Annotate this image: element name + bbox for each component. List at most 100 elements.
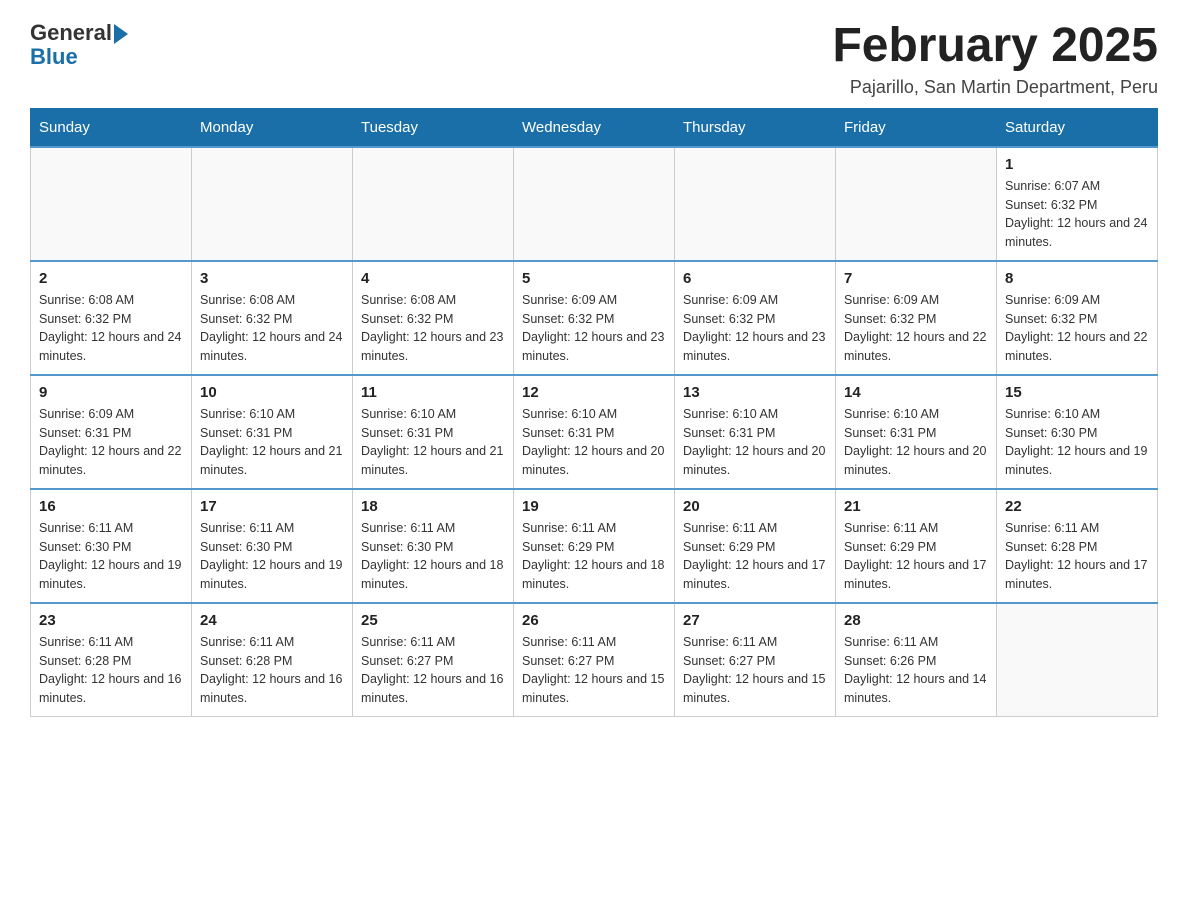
logo: General Blue	[30, 20, 128, 70]
day-number: 22	[1005, 498, 1149, 515]
logo-blue-text: Blue	[30, 44, 78, 70]
calendar-cell: 15 Sunrise: 6:10 AMSunset: 6:30 PMDayligh…	[997, 375, 1158, 489]
calendar-cell: 10 Sunrise: 6:10 AMSunset: 6:31 PMDayligh…	[192, 375, 353, 489]
day-number: 6	[683, 270, 827, 287]
calendar-cell: 27Sunrise: 6:11 AMSunset: 6:27 PMDayligh…	[675, 603, 836, 717]
calendar-cell: 14 Sunrise: 6:10 AMSunset: 6:31 PMDayligh…	[836, 375, 997, 489]
day-number: 26	[522, 612, 666, 629]
calendar-cell: 18 Sunrise: 6:11 AMSunset: 6:30 PMDayligh…	[353, 489, 514, 603]
day-number: 15	[1005, 384, 1149, 401]
calendar-cell	[31, 147, 192, 261]
day-number: 17	[200, 498, 344, 515]
day-info: Sunrise: 6:10 AMSunset: 6:30 PMDaylight:…	[1005, 405, 1149, 480]
day-number: 12	[522, 384, 666, 401]
calendar-cell: 8 Sunrise: 6:09 AMSunset: 6:32 PMDaylight…	[997, 261, 1158, 375]
calendar-cell: 22 Sunrise: 6:11 AMSunset: 6:28 PMDayligh…	[997, 489, 1158, 603]
calendar-cell: 24 Sunrise: 6:11 AMSunset: 6:28 PMDayligh…	[192, 603, 353, 717]
calendar-header-thursday: Thursday	[675, 108, 836, 147]
day-info: Sunrise: 6:08 AMSunset: 6:32 PMDaylight:…	[200, 291, 344, 366]
calendar-week-row-2: 2 Sunrise: 6:08 AMSunset: 6:32 PMDaylight…	[31, 261, 1158, 375]
day-info: Sunrise: 6:10 AMSunset: 6:31 PMDaylight:…	[844, 405, 988, 480]
calendar-cell: 23 Sunrise: 6:11 AMSunset: 6:28 PMDayligh…	[31, 603, 192, 717]
calendar-cell: 13Sunrise: 6:10 AMSunset: 6:31 PMDayligh…	[675, 375, 836, 489]
day-info: Sunrise: 6:09 AMSunset: 6:32 PMDaylight:…	[844, 291, 988, 366]
calendar-header-wednesday: Wednesday	[514, 108, 675, 147]
day-info: Sunrise: 6:09 AMSunset: 6:32 PMDaylight:…	[1005, 291, 1149, 366]
day-info: Sunrise: 6:09 AMSunset: 6:32 PMDaylight:…	[522, 291, 666, 366]
day-info: Sunrise: 6:11 AMSunset: 6:29 PMDaylight:…	[844, 519, 988, 594]
day-info: Sunrise: 6:10 AMSunset: 6:31 PMDaylight:…	[522, 405, 666, 480]
calendar-cell: 3 Sunrise: 6:08 AMSunset: 6:32 PMDaylight…	[192, 261, 353, 375]
day-number: 24	[200, 612, 344, 629]
day-number: 2	[39, 270, 183, 287]
day-number: 10	[200, 384, 344, 401]
calendar-cell: 2Sunrise: 6:08 AMSunset: 6:32 PMDaylight…	[31, 261, 192, 375]
day-number: 4	[361, 270, 505, 287]
day-number: 16	[39, 498, 183, 515]
location-title: Pajarillo, San Martin Department, Peru	[832, 77, 1158, 98]
day-info: Sunrise: 6:08 AMSunset: 6:32 PMDaylight:…	[361, 291, 505, 366]
day-number: 18	[361, 498, 505, 515]
month-title: February 2025	[832, 20, 1158, 73]
calendar-cell: 21 Sunrise: 6:11 AMSunset: 6:29 PMDayligh…	[836, 489, 997, 603]
logo-triangle-icon	[114, 24, 128, 44]
calendar-cell: 19 Sunrise: 6:11 AMSunset: 6:29 PMDayligh…	[514, 489, 675, 603]
day-info: Sunrise: 6:11 AMSunset: 6:28 PMDaylight:…	[1005, 519, 1149, 594]
calendar-cell: 6 Sunrise: 6:09 AMSunset: 6:32 PMDaylight…	[675, 261, 836, 375]
day-number: 21	[844, 498, 988, 515]
logo-general-text: General	[30, 20, 112, 46]
day-info: Sunrise: 6:11 AMSunset: 6:28 PMDaylight:…	[39, 633, 183, 708]
day-number: 7	[844, 270, 988, 287]
day-number: 23	[39, 612, 183, 629]
calendar-cell: 4 Sunrise: 6:08 AMSunset: 6:32 PMDaylight…	[353, 261, 514, 375]
day-info: Sunrise: 6:11 AMSunset: 6:30 PMDaylight:…	[200, 519, 344, 594]
calendar-cell: 28 Sunrise: 6:11 AMSunset: 6:26 PMDayligh…	[836, 603, 997, 717]
calendar-cell: 20 Sunrise: 6:11 AMSunset: 6:29 PMDayligh…	[675, 489, 836, 603]
calendar-cell	[836, 147, 997, 261]
day-info: Sunrise: 6:11 AMSunset: 6:29 PMDaylight:…	[522, 519, 666, 594]
calendar-table: SundayMondayTuesdayWednesdayThursdayFrid…	[30, 108, 1158, 717]
day-number: 8	[1005, 270, 1149, 287]
calendar-cell: 16 Sunrise: 6:11 AMSunset: 6:30 PMDayligh…	[31, 489, 192, 603]
day-number: 20	[683, 498, 827, 515]
day-info: Sunrise: 6:10 AMSunset: 6:31 PMDaylight:…	[361, 405, 505, 480]
day-number: 3	[200, 270, 344, 287]
calendar-cell	[192, 147, 353, 261]
calendar-cell: 9Sunrise: 6:09 AMSunset: 6:31 PMDaylight…	[31, 375, 192, 489]
page-header: General Blue February 2025 Pajarillo, Sa…	[30, 20, 1158, 98]
day-info: Sunrise: 6:10 AMSunset: 6:31 PMDaylight:…	[200, 405, 344, 480]
calendar-week-row-5: 23 Sunrise: 6:11 AMSunset: 6:28 PMDayligh…	[31, 603, 1158, 717]
calendar-cell: 11 Sunrise: 6:10 AMSunset: 6:31 PMDayligh…	[353, 375, 514, 489]
day-info: Sunrise: 6:09 AMSunset: 6:32 PMDaylight:…	[683, 291, 827, 366]
day-number: 28	[844, 612, 988, 629]
calendar-cell: 17 Sunrise: 6:11 AMSunset: 6:30 PMDayligh…	[192, 489, 353, 603]
calendar-header-monday: Monday	[192, 108, 353, 147]
day-number: 14	[844, 384, 988, 401]
calendar-week-row-4: 16 Sunrise: 6:11 AMSunset: 6:30 PMDayligh…	[31, 489, 1158, 603]
day-number: 11	[361, 384, 505, 401]
day-info: Sunrise: 6:09 AMSunset: 6:31 PMDaylight:…	[39, 405, 183, 480]
day-info: Sunrise: 6:11 AMSunset: 6:27 PMDaylight:…	[522, 633, 666, 708]
calendar-cell: 7 Sunrise: 6:09 AMSunset: 6:32 PMDaylight…	[836, 261, 997, 375]
day-info: Sunrise: 6:11 AMSunset: 6:30 PMDaylight:…	[361, 519, 505, 594]
calendar-header-tuesday: Tuesday	[353, 108, 514, 147]
calendar-header-row: SundayMondayTuesdayWednesdayThursdayFrid…	[31, 108, 1158, 147]
day-number: 5	[522, 270, 666, 287]
calendar-cell: 5 Sunrise: 6:09 AMSunset: 6:32 PMDaylight…	[514, 261, 675, 375]
day-info: Sunrise: 6:11 AMSunset: 6:28 PMDaylight:…	[200, 633, 344, 708]
calendar-cell: 12 Sunrise: 6:10 AMSunset: 6:31 PMDayligh…	[514, 375, 675, 489]
calendar-header-friday: Friday	[836, 108, 997, 147]
day-info: Sunrise: 6:11 AMSunset: 6:30 PMDaylight:…	[39, 519, 183, 594]
calendar-week-row-1: 1 Sunrise: 6:07 AMSunset: 6:32 PMDaylight…	[31, 147, 1158, 261]
day-info: Sunrise: 6:11 AMSunset: 6:26 PMDaylight:…	[844, 633, 988, 708]
calendar-cell: 1 Sunrise: 6:07 AMSunset: 6:32 PMDaylight…	[997, 147, 1158, 261]
day-number: 19	[522, 498, 666, 515]
day-info: Sunrise: 6:11 AMSunset: 6:29 PMDaylight:…	[683, 519, 827, 594]
day-info: Sunrise: 6:11 AMSunset: 6:27 PMDaylight:…	[361, 633, 505, 708]
calendar-cell	[675, 147, 836, 261]
day-number: 1	[1005, 156, 1149, 173]
day-info: Sunrise: 6:07 AMSunset: 6:32 PMDaylight:…	[1005, 177, 1149, 252]
calendar-header-sunday: Sunday	[31, 108, 192, 147]
day-number: 13	[683, 384, 827, 401]
calendar-cell	[514, 147, 675, 261]
